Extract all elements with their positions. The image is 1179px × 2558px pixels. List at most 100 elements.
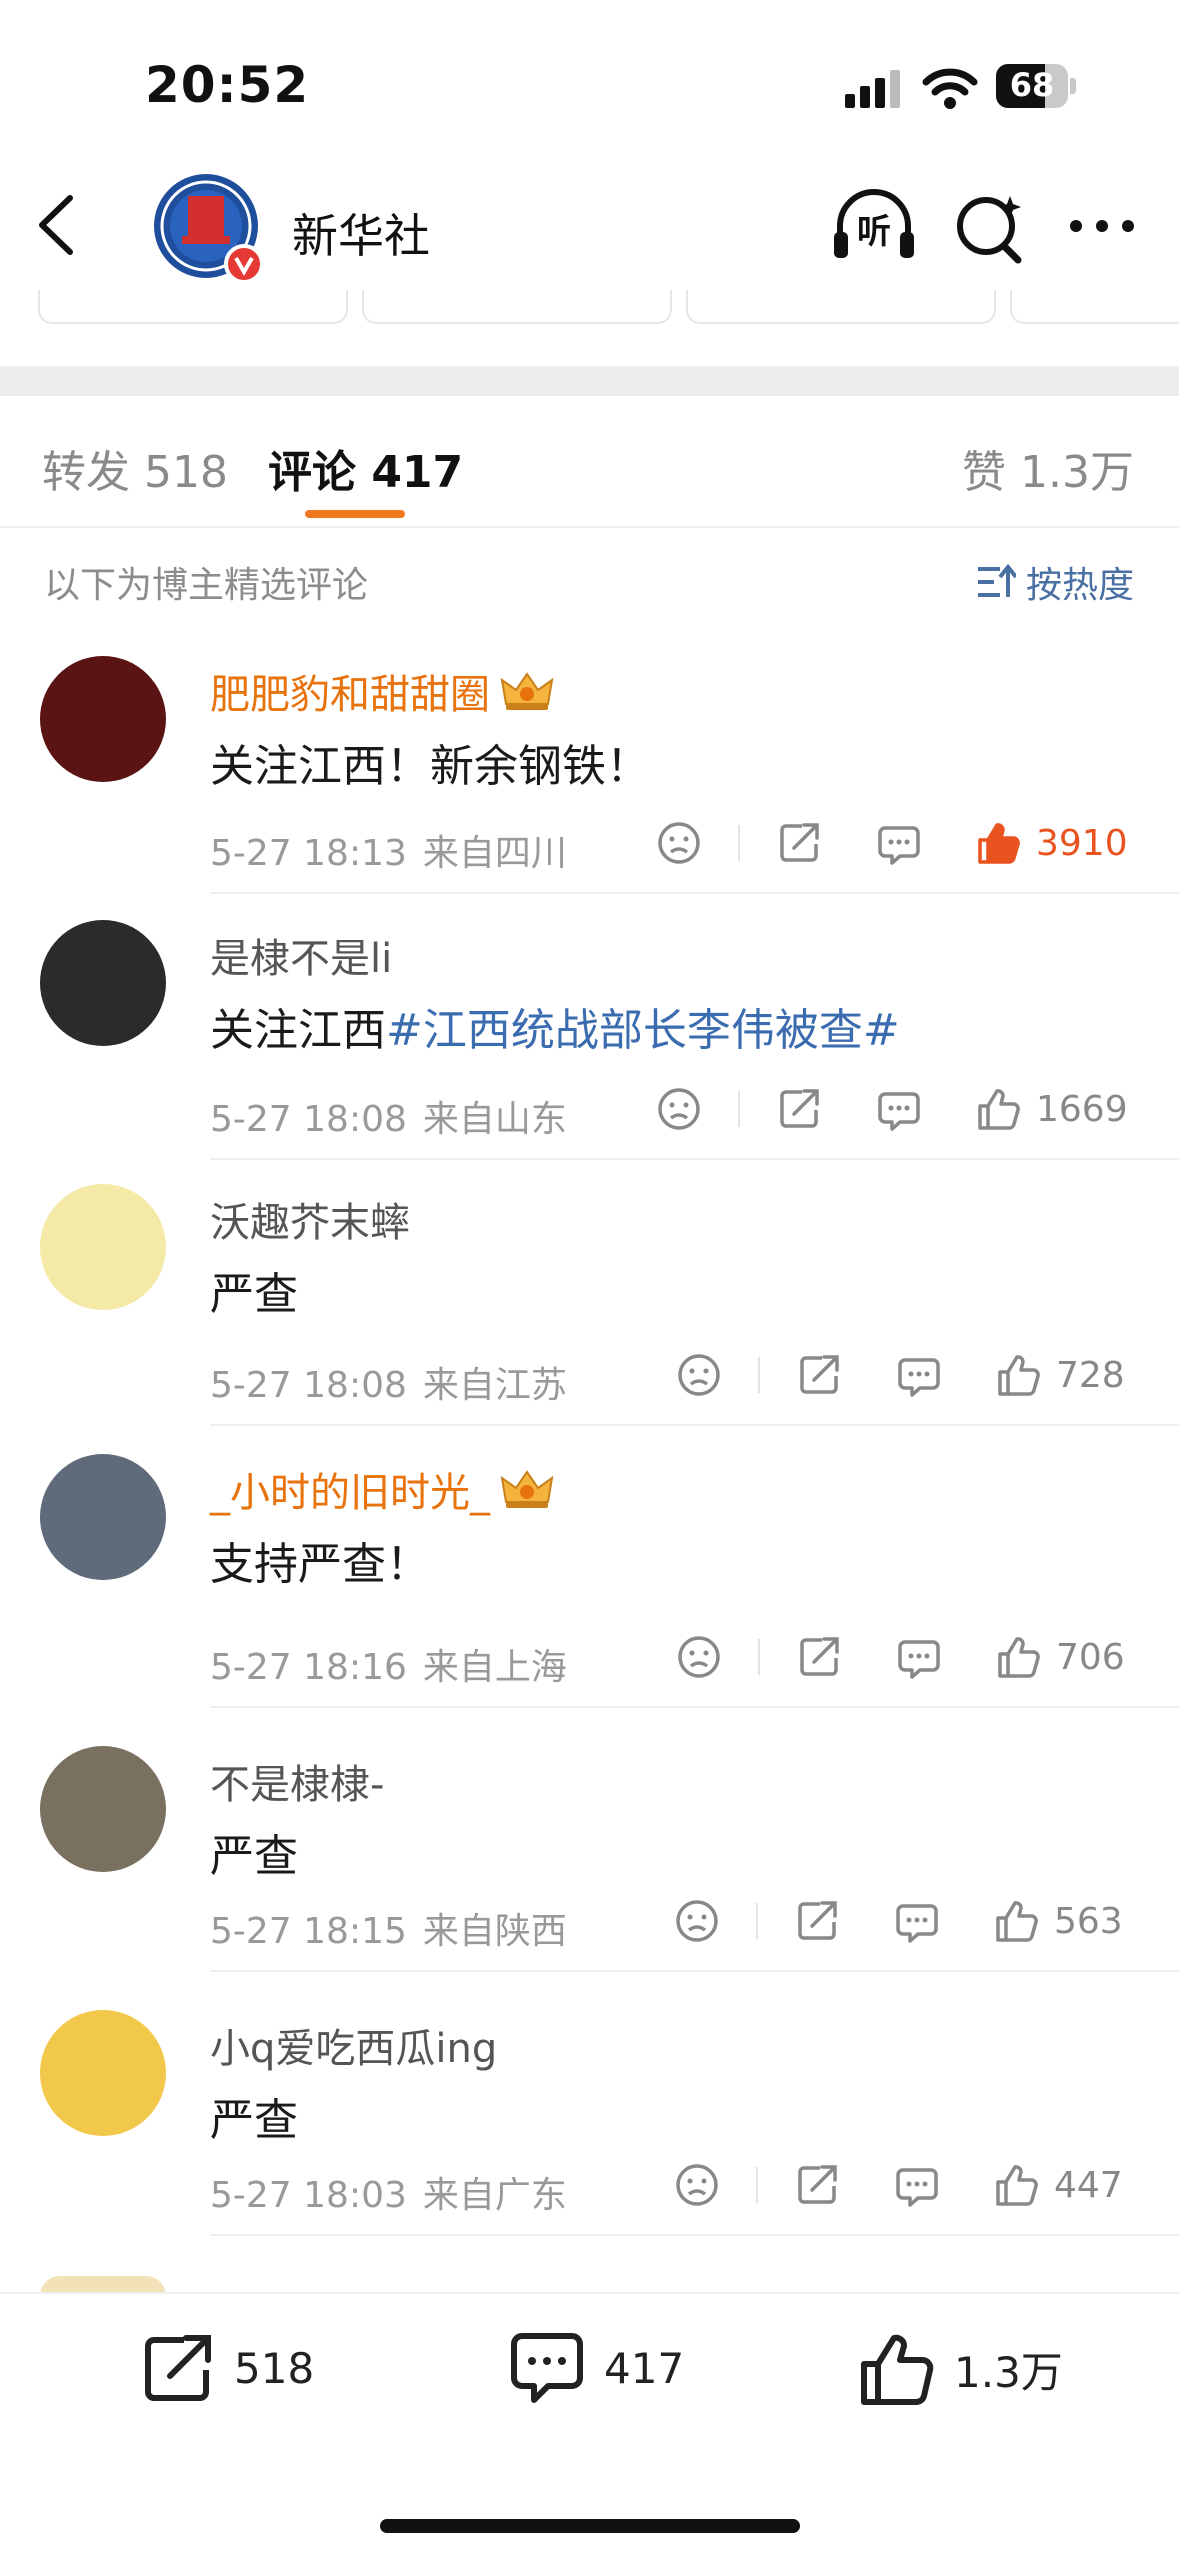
wifi-icon (922, 66, 978, 114)
comment-item[interactable]: 是棣不是li 关注江西#江西统战部长李伟被查# 5-27 18:08 来自山东 1669 (0, 920, 1179, 1182)
home-indicator (380, 2519, 800, 2533)
comment-item[interactable]: 小q爱吃西瓜ing 严查 5-27 18:03 来自广东 447 (0, 2010, 1179, 2272)
action-separator (738, 825, 740, 861)
search-icon[interactable] (952, 190, 1028, 270)
comment-like-icon[interactable] (976, 1086, 1022, 1132)
comment-time: 5-27 18:08 (210, 1365, 407, 1406)
comment-location: 来自陕西 (422, 1911, 567, 1952)
row-divider (210, 2234, 1179, 2236)
topic-link[interactable]: #江西统战部长李伟被查# (386, 1005, 900, 1056)
share-icon[interactable] (794, 1898, 840, 1944)
comment-button[interactable]: 417 (508, 2330, 684, 2406)
comment-location: 来自广东 (422, 2175, 567, 2216)
thumbs-up-icon (861, 2334, 934, 2405)
avatar[interactable] (40, 656, 166, 782)
tab-comments[interactable]: 评论 417 (268, 436, 463, 500)
comment-count: 417 (604, 2343, 685, 2393)
reply-icon[interactable] (896, 1352, 942, 1398)
reply-icon[interactable] (894, 2162, 940, 2208)
repost-count: 518 (234, 2343, 315, 2393)
back-button[interactable] (32, 190, 82, 260)
status-time: 20:52 (145, 56, 310, 114)
row-divider (210, 892, 1179, 894)
comment-actions: 1669 (656, 1086, 1128, 1132)
comment-time: 5-27 18:13 (210, 833, 407, 874)
comment-text: 关注江西！新余钢铁！ (210, 730, 650, 794)
tab-likes[interactable]: 赞 1.3万 (962, 436, 1134, 500)
username-text: _小时的旧时光_ (210, 1470, 490, 1516)
action-separator (756, 1903, 758, 1939)
action-separator (738, 1091, 740, 1127)
listen-button[interactable]: 听 (832, 188, 916, 264)
comment-username[interactable]: 肥肥豹和甜甜圈 (210, 662, 556, 724)
account-avatar[interactable] (152, 172, 264, 284)
comment-text: 严查 (210, 2084, 298, 2148)
comment-like-count: 706 (1056, 1636, 1125, 1678)
tab-repost[interactable]: 转发 518 (42, 436, 228, 500)
like-button[interactable]: 1.3万 (858, 2330, 1063, 2408)
avatar[interactable] (40, 920, 166, 1046)
dislike-face-icon[interactable] (656, 820, 702, 866)
comment-time: 5-27 18:15 (210, 1911, 407, 1952)
avatar[interactable] (40, 2010, 166, 2136)
comment-like-icon[interactable] (994, 1898, 1040, 1944)
crown-badge-icon (498, 1470, 556, 1522)
row-divider (210, 1158, 1179, 1160)
comment-like-icon[interactable] (976, 820, 1022, 866)
row-divider (210, 1706, 1179, 1708)
dislike-face-icon[interactable] (656, 1086, 702, 1132)
comment-item[interactable]: 不是棣棣- 严查 5-27 18:15 来自陕西 563 (0, 1746, 1179, 2008)
share-icon[interactable] (796, 1634, 842, 1680)
username-text: 是棣不是li (210, 936, 393, 982)
comment-body: 关注江西 (210, 1005, 386, 1056)
selected-comments-hint: 以下为博主精选评论 (44, 565, 369, 606)
row-divider (210, 1424, 1179, 1426)
dislike-face-icon[interactable] (676, 1352, 722, 1398)
username-text: 沃趣芥末蟀 (210, 1200, 410, 1246)
dislike-face-icon[interactable] (674, 1898, 720, 1944)
share-icon[interactable] (776, 1086, 822, 1132)
comment-like-icon[interactable] (996, 1634, 1042, 1680)
comment-username[interactable]: _小时的旧时光_ (210, 1460, 556, 1522)
card-fragment (1010, 290, 1179, 324)
dislike-face-icon[interactable] (676, 1634, 722, 1680)
reply-icon[interactable] (896, 1634, 942, 1680)
share-icon[interactable] (794, 2162, 840, 2208)
comment-username[interactable]: 小q爱吃西瓜ing (210, 2016, 497, 2074)
avatar[interactable] (40, 1746, 166, 1872)
comment-actions: 728 (676, 1352, 1125, 1398)
comment-like-count: 447 (1054, 2164, 1123, 2206)
comment-like-icon[interactable] (996, 1352, 1042, 1398)
reply-icon[interactable] (876, 820, 922, 866)
comment-username[interactable]: 不是棣棣- (210, 1752, 384, 1810)
sort-label: 按热度 (1025, 565, 1134, 606)
comment-item[interactable]: 沃趣芥末蟀 严查 5-27 18:08 来自江苏 728 (0, 1184, 1179, 1446)
comment-body: 关注江西！新余钢铁！ (210, 741, 650, 792)
comment-meta: 5-27 18:13 来自四川 (210, 824, 567, 876)
reply-icon[interactable] (876, 1086, 922, 1132)
avatar[interactable] (40, 1184, 166, 1310)
comment-actions: 447 (674, 2162, 1123, 2208)
comment-username[interactable]: 是棣不是li (210, 926, 392, 984)
avatar[interactable] (40, 1454, 166, 1580)
comment-username[interactable]: 沃趣芥末蟀 (210, 1190, 410, 1248)
share-icon[interactable] (796, 1352, 842, 1398)
comment-item[interactable]: _小时的旧时光_ 支持严查！ 5-27 18:16 来自上海 706 (0, 1454, 1179, 1716)
comment-location: 来自山东 (422, 1099, 567, 1140)
repost-button[interactable]: 518 (140, 2330, 314, 2406)
reply-icon[interactable] (894, 1898, 940, 1944)
sort-button[interactable]: 按热度 (976, 556, 1134, 608)
listen-label: 听 (857, 212, 891, 252)
more-icon[interactable] (1068, 214, 1136, 242)
comment-meta: 5-27 18:16 来自上海 (210, 1638, 567, 1690)
share-icon[interactable] (776, 820, 822, 866)
dislike-face-icon[interactable] (674, 2162, 720, 2208)
comment-item[interactable]: 肥肥豹和甜甜圈 关注江西！新余钢铁！ 5-27 18:13 来自四川 3910 (0, 656, 1179, 918)
card-fragment (362, 290, 672, 324)
comment-text: 支持严查！ (210, 1528, 430, 1592)
username-text: 小q爱吃西瓜ing (210, 2026, 498, 2072)
comment-meta: 5-27 18:03 来自广东 (210, 2166, 567, 2218)
comment-meta: 5-27 18:08 来自山东 (210, 1090, 567, 1142)
account-name[interactable]: 新华社 (292, 200, 430, 266)
comment-like-icon[interactable] (994, 2162, 1040, 2208)
